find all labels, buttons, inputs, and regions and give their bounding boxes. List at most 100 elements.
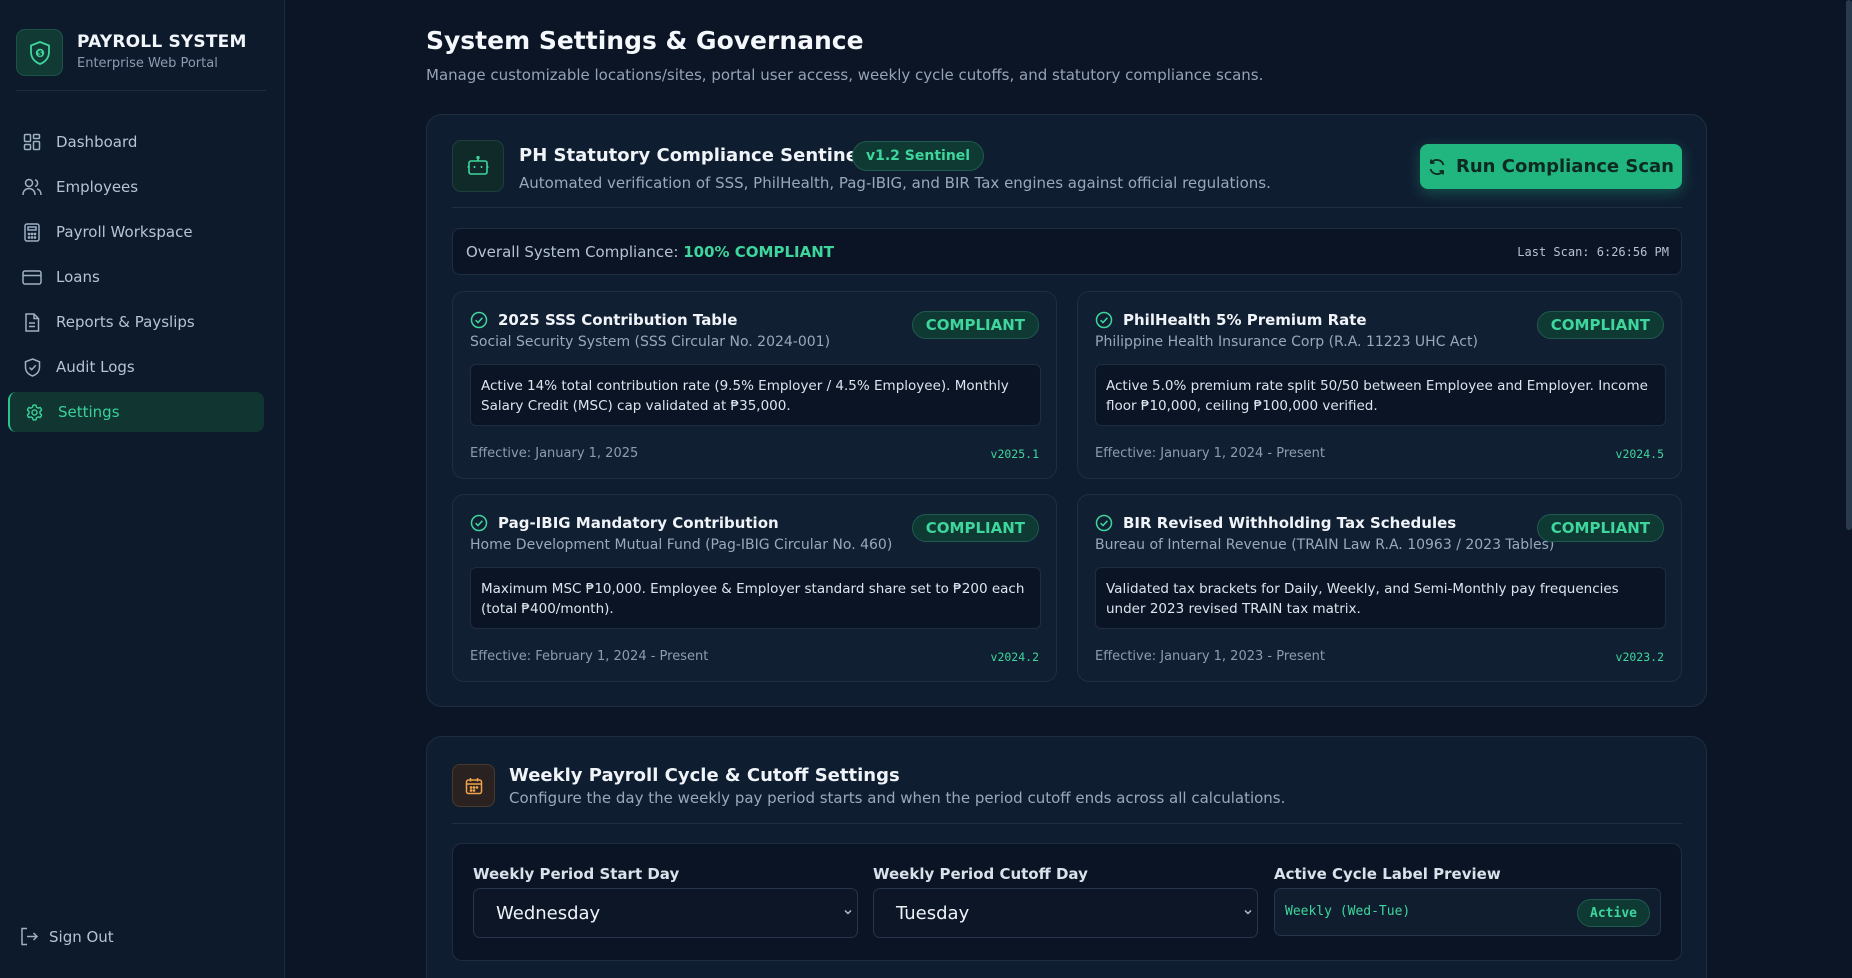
compliance-card-sss: 2025 SSS Contribution Table Social Secur… — [452, 291, 1057, 479]
compliance-panel: PH Statutory Compliance Sentinel Bot v1.… — [426, 114, 1707, 707]
cutoff-day-label: Weekly Period Cutoff Day — [873, 865, 1088, 883]
sidebar-item-dashboard[interactable]: Dashboard — [8, 122, 264, 162]
overall-compliance-value: 100% COMPLIANT — [683, 243, 834, 261]
card-effective-date: Effective: February 1, 2024 - Present — [470, 649, 709, 664]
main-content: System Settings & Governance Manage cust… — [286, 0, 1852, 978]
status-badge: COMPLIANT — [1536, 311, 1664, 339]
shield-logo-icon: $ — [16, 29, 63, 76]
overall-compliance-text: Overall System Compliance: — [466, 243, 679, 261]
sidebar: $ PAYROLL SYSTEM Enterprise Web Portal D… — [0, 0, 285, 978]
sidebar-item-label: Settings — [58, 403, 120, 421]
sidebar-item-loans[interactable]: Loans — [8, 257, 264, 297]
check-circle-icon — [470, 311, 488, 329]
dashboard-icon — [22, 132, 42, 152]
users-icon — [22, 177, 42, 197]
sidebar-item-label: Payroll Workspace — [56, 223, 193, 241]
weekly-cycle-description: Configure the day the weekly pay period … — [509, 789, 1286, 807]
status-badge: Active — [1577, 899, 1650, 927]
compliance-card-philhealth: PhilHealth 5% Premium Rate Philippine He… — [1077, 291, 1682, 479]
sidebar-item-audit-logs[interactable]: Audit Logs — [8, 347, 264, 387]
card-version: v2023.2 — [1615, 650, 1664, 664]
sidebar-item-reports[interactable]: Reports & Payslips — [8, 302, 264, 342]
card-title: BIR Revised Withholding Tax Schedules — [1123, 514, 1457, 532]
cutoff-day-value: Tuesday — [896, 902, 970, 924]
last-scan-time: Last Scan: 6:26:56 PM — [1517, 245, 1669, 259]
card-version: v2024.2 — [990, 650, 1039, 664]
card-description: Active 14% total contribution rate (9.5%… — [470, 364, 1041, 426]
compliance-bot-title: PH Statutory Compliance Sentinel Bot — [519, 145, 906, 166]
card-title: 2025 SSS Contribution Table — [498, 311, 738, 329]
cycle-label-preview: Weekly (Wed-Tue) Active — [1274, 888, 1661, 936]
page-subtitle: Manage customizable locations/sites, por… — [426, 66, 1264, 84]
card-effective-date: Effective: January 1, 2023 - Present — [1095, 649, 1325, 664]
check-circle-icon — [1095, 311, 1113, 329]
sidebar-item-label: Dashboard — [56, 133, 138, 151]
sidebar-item-employees[interactable]: Employees — [8, 167, 264, 207]
cycle-settings-box: Weekly Period Start Day Wednesday Weekly… — [452, 843, 1682, 961]
document-icon — [22, 312, 42, 332]
sidebar-item-label: Employees — [56, 178, 139, 196]
card-org: Philippine Health Insurance Corp (R.A. 1… — [1095, 334, 1478, 350]
card-description: Maximum MSC ₱10,000. Employee & Employer… — [470, 567, 1041, 629]
sign-out-label: Sign Out — [49, 927, 114, 946]
sidebar-nav: Dashboard Employees Payroll Workspace Lo… — [8, 122, 264, 437]
overall-compliance-bar: Overall System Compliance: 100% COMPLIAN… — [452, 228, 1682, 275]
preview-label: Active Cycle Label Preview — [1274, 865, 1501, 883]
weekly-cycle-title: Weekly Payroll Cycle & Cutoff Settings — [509, 765, 900, 786]
page-title: System Settings & Governance — [426, 26, 864, 55]
scrollbar[interactable] — [1846, 0, 1852, 530]
divider — [452, 207, 1682, 208]
sign-out-icon — [20, 927, 39, 946]
calculator-icon — [22, 222, 42, 242]
svg-text:$: $ — [37, 49, 42, 57]
sidebar-item-label: Audit Logs — [56, 358, 135, 376]
sidebar-item-payroll-workspace[interactable]: Payroll Workspace — [8, 212, 264, 252]
card-title: Pag-IBIG Mandatory Contribution — [498, 514, 779, 532]
robot-icon — [452, 140, 504, 192]
compliance-bot-description: Automated verification of SSS, PhilHealt… — [519, 174, 1271, 192]
calendar-icon — [452, 764, 495, 807]
shield-check-icon — [22, 357, 42, 377]
card-org: Social Security System (SSS Circular No.… — [470, 334, 831, 350]
preview-value: Weekly (Wed-Tue) — [1285, 904, 1411, 919]
version-badge: v1.2 Sentinel — [852, 141, 985, 171]
refresh-icon — [1428, 158, 1446, 176]
card-version: v2024.5 — [1615, 447, 1664, 461]
brand: $ PAYROLL SYSTEM Enterprise Web Portal — [16, 29, 266, 91]
compliance-card-bir: BIR Revised Withholding Tax Schedules Bu… — [1077, 494, 1682, 682]
cutoff-day-select[interactable]: Tuesday — [873, 888, 1258, 938]
status-badge: COMPLIANT — [1536, 514, 1664, 542]
start-day-label: Weekly Period Start Day — [473, 865, 680, 883]
card-version: v2025.1 — [990, 447, 1039, 461]
card-title: PhilHealth 5% Premium Rate — [1123, 311, 1367, 329]
card-org: Home Development Mutual Fund (Pag-IBIG C… — [470, 537, 893, 553]
brand-title: PAYROLL SYSTEM — [77, 32, 247, 52]
start-day-value: Wednesday — [496, 902, 601, 924]
run-compliance-scan-button[interactable]: Run Compliance Scan — [1420, 144, 1682, 189]
chevron-down-icon — [844, 910, 852, 915]
card-org: Bureau of Internal Revenue (TRAIN Law R.… — [1095, 537, 1555, 553]
start-day-select[interactable]: Wednesday — [473, 888, 858, 938]
gear-icon — [24, 402, 44, 422]
check-circle-icon — [1095, 514, 1113, 532]
status-badge: COMPLIANT — [911, 514, 1039, 542]
run-compliance-scan-label: Run Compliance Scan — [1455, 156, 1674, 177]
card-description: Active 5.0% premium rate split 50/50 bet… — [1095, 364, 1666, 426]
sidebar-item-settings[interactable]: Settings — [8, 392, 264, 432]
weekly-cycle-panel: Weekly Payroll Cycle & Cutoff Settings C… — [426, 736, 1707, 978]
divider — [452, 823, 1682, 824]
chevron-down-icon — [1244, 910, 1252, 915]
card-effective-date: Effective: January 1, 2024 - Present — [1095, 446, 1325, 461]
card-effective-date: Effective: January 1, 2025 — [470, 446, 639, 461]
overall-compliance-label: Overall System Compliance: 100% COMPLIAN… — [466, 243, 834, 261]
card-description: Validated tax brackets for Daily, Weekly… — [1095, 567, 1666, 629]
divider — [16, 90, 266, 91]
credit-card-icon — [22, 267, 42, 287]
brand-subtitle: Enterprise Web Portal — [77, 56, 218, 71]
check-circle-icon — [470, 514, 488, 532]
sidebar-item-label: Reports & Payslips — [56, 313, 195, 331]
status-badge: COMPLIANT — [911, 311, 1039, 339]
compliance-card-pagibig: Pag-IBIG Mandatory Contribution Home Dev… — [452, 494, 1057, 682]
sidebar-item-label: Loans — [56, 268, 100, 286]
sign-out-button[interactable]: Sign Out — [20, 927, 114, 946]
